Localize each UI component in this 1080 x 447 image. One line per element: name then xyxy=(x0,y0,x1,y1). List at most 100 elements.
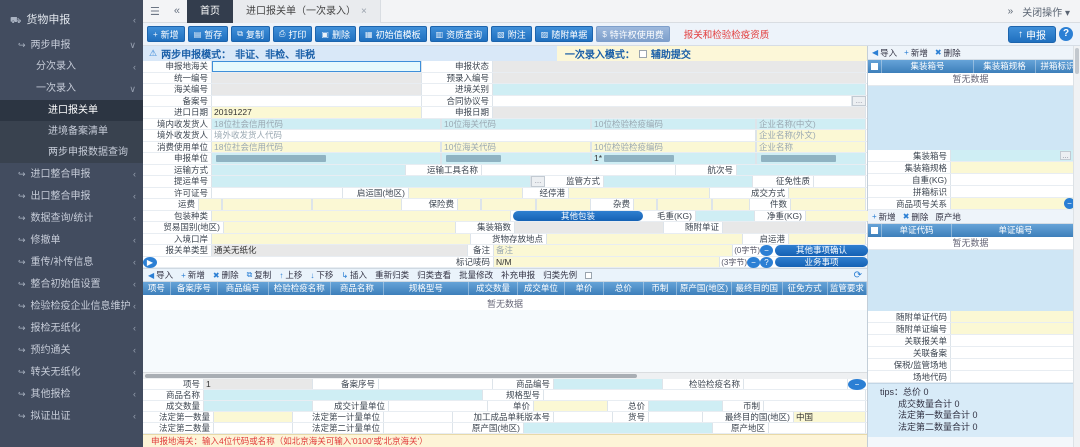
sidebar-item-cert-issue[interactable]: ↪拟证出证‹ xyxy=(0,405,143,427)
origin-country-input[interactable] xyxy=(523,423,713,433)
sidebar-item-two-step-data-query[interactable]: 两步申报数据查询 xyxy=(0,142,143,163)
legal-qty1-input[interactable] xyxy=(213,412,293,422)
origin-region-input[interactable] xyxy=(768,423,866,433)
column-header[interactable]: 备案序号 xyxy=(171,282,218,295)
close-icon[interactable]: × xyxy=(361,0,367,23)
item-code-input[interactable] xyxy=(648,412,703,422)
entry-port-input[interactable] xyxy=(211,234,471,245)
goods-code-input[interactable] xyxy=(553,379,663,389)
origin-place-button[interactable]: 原产地 xyxy=(935,211,961,223)
delete-item-button[interactable]: ✖删除 xyxy=(213,269,239,281)
overseas-consignee-name-input[interactable]: 企业名称(外文) xyxy=(756,130,866,141)
domestic-consignee-credit-input[interactable]: 18位社会信用代码 xyxy=(211,119,441,130)
sidebar-item-amend-cancel[interactable]: ↪修撤单‹ xyxy=(0,229,143,251)
move-down-button[interactable]: ↓下移 xyxy=(310,269,333,281)
insurance-rate-input[interactable] xyxy=(481,199,536,210)
close-operations-menu[interactable]: 关闭操作 ▾ xyxy=(1022,4,1070,19)
doc-delete-button[interactable]: ✖删除 xyxy=(903,211,929,223)
site-code-input[interactable] xyxy=(950,371,1073,382)
column-header[interactable]: 项号 xyxy=(143,282,171,295)
net-weight-input[interactable] xyxy=(805,211,870,222)
container-count-field[interactable] xyxy=(514,222,664,233)
column-header[interactable]: 币制 xyxy=(644,282,678,295)
departure-port-input[interactable] xyxy=(788,234,866,245)
sidebar-item-data-query[interactable]: ↪数据查询/统计‹ xyxy=(0,207,143,229)
other-package-button[interactable]: 其他包装 xyxy=(513,211,643,222)
container-import-button[interactable]: ◀导入 xyxy=(872,47,897,59)
declare-unit-credit-input[interactable] xyxy=(211,153,441,164)
add-button[interactable]: +新增 xyxy=(147,26,185,42)
bill-no-input[interactable] xyxy=(211,176,531,187)
lookup-button[interactable]: … xyxy=(1060,151,1071,160)
ciq-name-input[interactable] xyxy=(743,379,848,389)
classification-view-button[interactable]: 归类查看 xyxy=(417,269,451,281)
insert-button[interactable]: ↳插入 xyxy=(341,269,367,281)
related-declaration-input[interactable] xyxy=(950,335,1073,346)
customs-no-field[interactable] xyxy=(211,84,422,95)
sidebar-item-two-step-declare[interactable]: ↪两步申报∨ xyxy=(0,34,143,56)
minus-circle-icon[interactable]: − xyxy=(848,379,866,390)
legal-qty2-input[interactable] xyxy=(213,423,293,433)
initial-template-button[interactable]: ▦初始值模板 xyxy=(359,26,427,42)
sidebar-item-single-entry[interactable]: 一次录入∨ xyxy=(0,78,143,100)
classification-precedent-button[interactable]: 归类先例 xyxy=(543,269,577,281)
sidebar-item-retransmit[interactable]: ↪重传/补传信息‹ xyxy=(0,251,143,273)
business-matters-button[interactable]: 业务事项 xyxy=(775,257,868,268)
column-header[interactable]: 单证代码 xyxy=(882,224,952,237)
trade-country-input[interactable] xyxy=(223,222,456,233)
unit-price-input[interactable] xyxy=(533,401,608,411)
container-weight-input[interactable] xyxy=(950,174,1073,185)
tab-home[interactable]: 首页 xyxy=(187,0,233,23)
header-checkbox[interactable] xyxy=(868,224,882,237)
package-type-input[interactable] xyxy=(211,211,511,222)
import-date-input[interactable]: 20191227 xyxy=(211,107,422,118)
sidebar-item-import-declaration[interactable]: 进口报关单 xyxy=(0,100,143,121)
column-header[interactable]: 商品名称 xyxy=(331,282,384,295)
container-no-input[interactable]: … xyxy=(950,150,1073,161)
item-no-field[interactable]: 1 xyxy=(203,379,313,389)
total-price-input[interactable] xyxy=(648,401,723,411)
attached-docs-field[interactable] xyxy=(722,222,866,233)
minus-circle-icon[interactable]: − xyxy=(747,257,760,268)
container-delete-button[interactable]: ✖删除 xyxy=(935,47,961,59)
transport-name-input[interactable] xyxy=(481,165,676,176)
minus-circle-icon[interactable]: − xyxy=(760,245,773,256)
column-header[interactable]: 单价 xyxy=(565,282,604,295)
consumption-version-input[interactable] xyxy=(553,412,613,422)
delete-button[interactable]: ▣删除 xyxy=(315,26,356,42)
legal-unit1-input[interactable] xyxy=(383,412,453,422)
other-matters-confirm-button[interactable]: 其他事项确认 xyxy=(775,245,868,256)
column-header[interactable]: 监管要求 xyxy=(828,282,867,295)
consume-unit-name-input[interactable]: 企业名称 xyxy=(756,142,866,153)
miscfee-currency-input[interactable] xyxy=(712,199,750,210)
miscfee-rate-input[interactable] xyxy=(657,199,712,210)
container-add-button[interactable]: +新增 xyxy=(904,47,928,59)
goods-item-relation-input[interactable] xyxy=(950,198,1073,209)
spec-model-input[interactable] xyxy=(543,390,866,400)
attached-documents-button[interactable]: ▨随附单据 xyxy=(535,26,594,42)
column-header[interactable]: 最终目的国 xyxy=(732,282,783,295)
scroll-tabs-left-icon[interactable]: « xyxy=(167,5,187,17)
domestic-consignee-name-input[interactable]: 企业名称(中文) xyxy=(756,119,866,130)
column-header[interactable]: 原产国(地区) xyxy=(677,282,732,295)
hamburger-icon[interactable]: ☰ xyxy=(143,5,167,18)
transaction-unit-input[interactable] xyxy=(388,401,488,411)
freight-rate-input[interactable] xyxy=(222,199,312,210)
copy-item-button[interactable]: ⧉复制 xyxy=(247,269,272,281)
sidebar-item-transit-paperless[interactable]: ↪转关无纸化‹ xyxy=(0,361,143,383)
insurance-currency-input[interactable] xyxy=(536,199,591,210)
scrollbar-thumb[interactable] xyxy=(145,374,637,378)
transit-port-input[interactable] xyxy=(568,188,710,199)
domestic-consignee-customs-input[interactable]: 10位海关代码 xyxy=(441,119,591,130)
note-button[interactable]: ▧附注 xyxy=(491,26,532,42)
license-no-input[interactable] xyxy=(211,188,343,199)
import-button[interactable]: ◀导入 xyxy=(148,269,173,281)
unified-no-field[interactable] xyxy=(211,73,422,84)
column-header[interactable]: 成交数量 xyxy=(469,282,518,295)
consume-unit-ciq-input[interactable]: 10位检验检疫编码 xyxy=(591,142,756,153)
declaration-type-field[interactable]: 通关无纸化 xyxy=(211,245,468,256)
column-header[interactable]: 商品编号 xyxy=(218,282,269,295)
column-header[interactable]: 检验检疫名称 xyxy=(269,282,331,295)
record-no-input[interactable] xyxy=(211,96,422,107)
sidebar-item-import-integrated[interactable]: ↪进口整合申报‹ xyxy=(0,163,143,185)
